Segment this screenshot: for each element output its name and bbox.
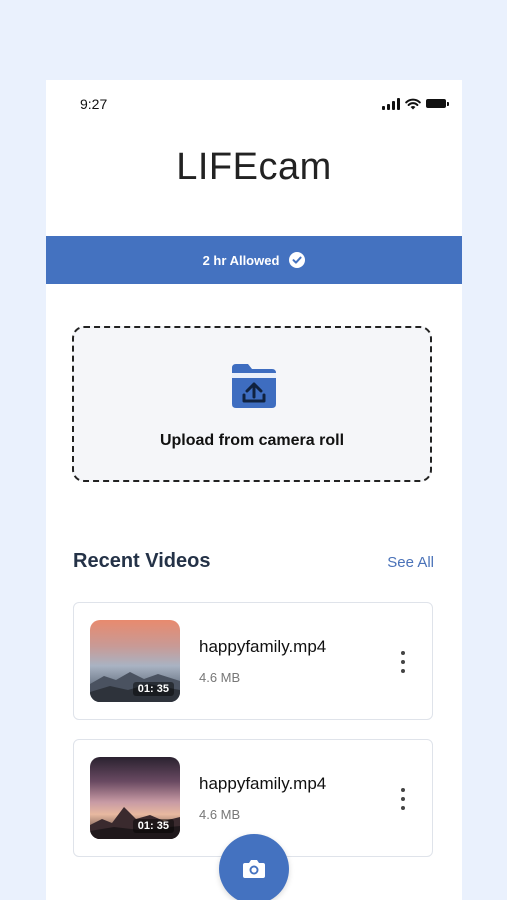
video-thumbnail: 01: 35: [90, 620, 180, 702]
phone-screen: 9:27 LIFEcam 2 hr Allowed Upload from ca…: [46, 80, 462, 900]
battery-icon: [426, 99, 449, 108]
upload-dropzone[interactable]: Upload from camera roll: [72, 326, 432, 482]
video-size: 4.6 MB: [199, 670, 241, 685]
camera-button[interactable]: [219, 834, 289, 900]
video-name: happyfamily.mp4: [199, 774, 327, 793]
allowance-text: 2 hr Allowed: [202, 252, 280, 268]
app-title: LIFEcam: [176, 146, 332, 188]
video-card[interactable]: 01: 35 happyfamily.mp4 4.6 MB: [73, 602, 433, 720]
check-circle-icon: [289, 252, 306, 268]
upload-label: Upload from camera roll: [159, 432, 345, 449]
see-all-link[interactable]: See All: [387, 554, 434, 571]
video-size: 4.6 MB: [199, 807, 241, 822]
more-options-icon[interactable]: [400, 651, 406, 673]
allowance-banner: 2 hr Allowed: [46, 236, 462, 284]
video-duration: 01: 35: [132, 819, 174, 833]
folder-upload-icon: [232, 364, 276, 408]
status-icons: [382, 96, 449, 110]
recent-videos-title: Recent Videos: [73, 550, 211, 572]
status-time: 9:27: [80, 96, 108, 112]
video-thumbnail: 01: 35: [90, 757, 180, 839]
wifi-icon: [405, 98, 421, 110]
video-duration: 01: 35: [132, 682, 174, 696]
video-name: happyfamily.mp4: [199, 637, 327, 656]
signal-icon: [382, 98, 400, 110]
status-bar: 9:27: [46, 80, 462, 126]
more-options-icon[interactable]: [400, 788, 406, 810]
camera-icon: [243, 860, 265, 878]
